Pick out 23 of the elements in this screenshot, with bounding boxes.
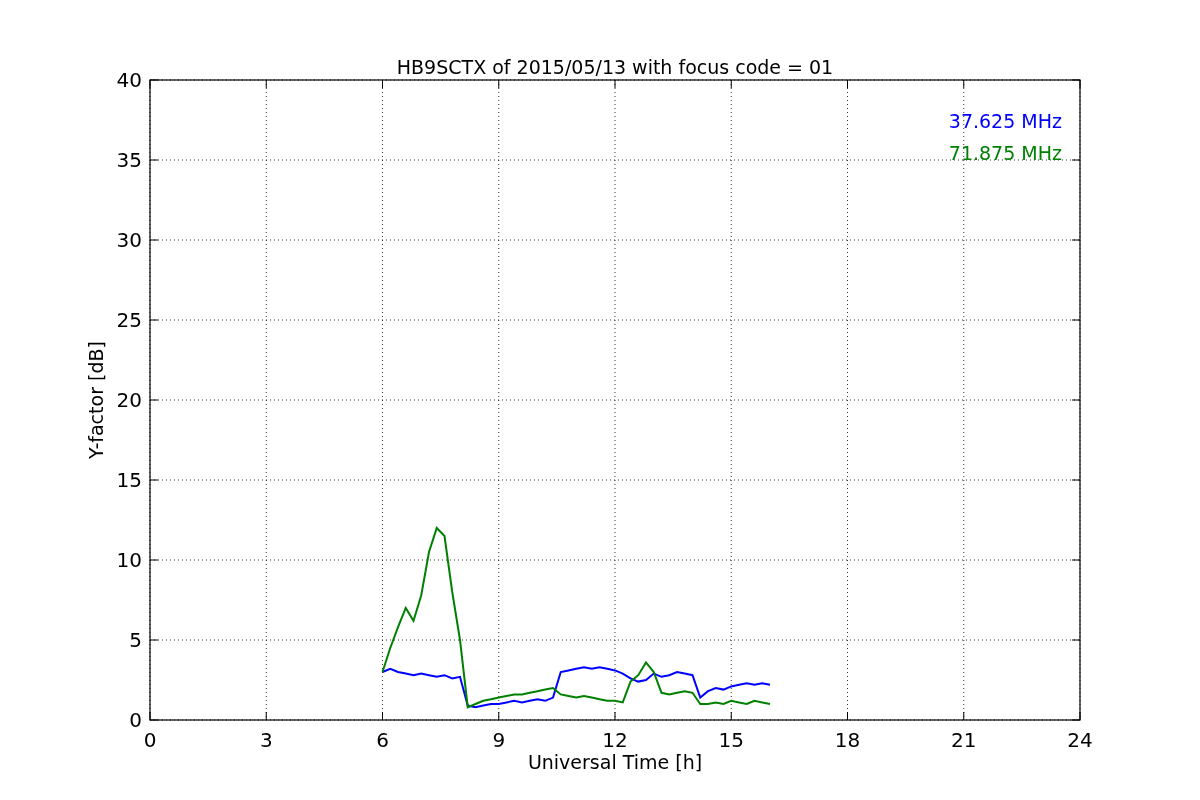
y-tick-label: 10 — [116, 548, 142, 572]
x-axis-label: Universal Time [h] — [527, 751, 703, 773]
x-tick-label: 9 — [492, 728, 506, 752]
x-tick-label: 0 — [143, 728, 157, 752]
y-tick-label: 20 — [116, 388, 142, 412]
x-tick-label: 3 — [259, 728, 273, 752]
legend-label: 37.625 MHz — [948, 110, 1062, 132]
y-axis-label: Y-factor [dB] — [85, 341, 107, 459]
x-tick-label: 12 — [602, 728, 628, 752]
y-tick-label: 5 — [129, 628, 142, 652]
x-tick-label: 6 — [376, 728, 389, 752]
x-tick-label: 15 — [718, 728, 744, 752]
chart-title: HB9SCTX of 2015/05/13 with focus code = 01 — [396, 56, 834, 78]
x-tick-label: 18 — [834, 728, 861, 752]
y-tick-label: 15 — [116, 468, 142, 492]
x-tick-label: 21 — [951, 728, 977, 752]
y-tick-label: 30 — [116, 228, 142, 252]
y-tick-label: 25 — [116, 308, 142, 332]
x-tick-label: 24 — [1067, 728, 1093, 752]
y-tick-label: 35 — [116, 148, 142, 172]
legend-label: 71.875 MHz — [948, 142, 1062, 164]
y-tick-label: 0 — [129, 708, 142, 732]
y-tick-label: 40 — [116, 68, 142, 92]
